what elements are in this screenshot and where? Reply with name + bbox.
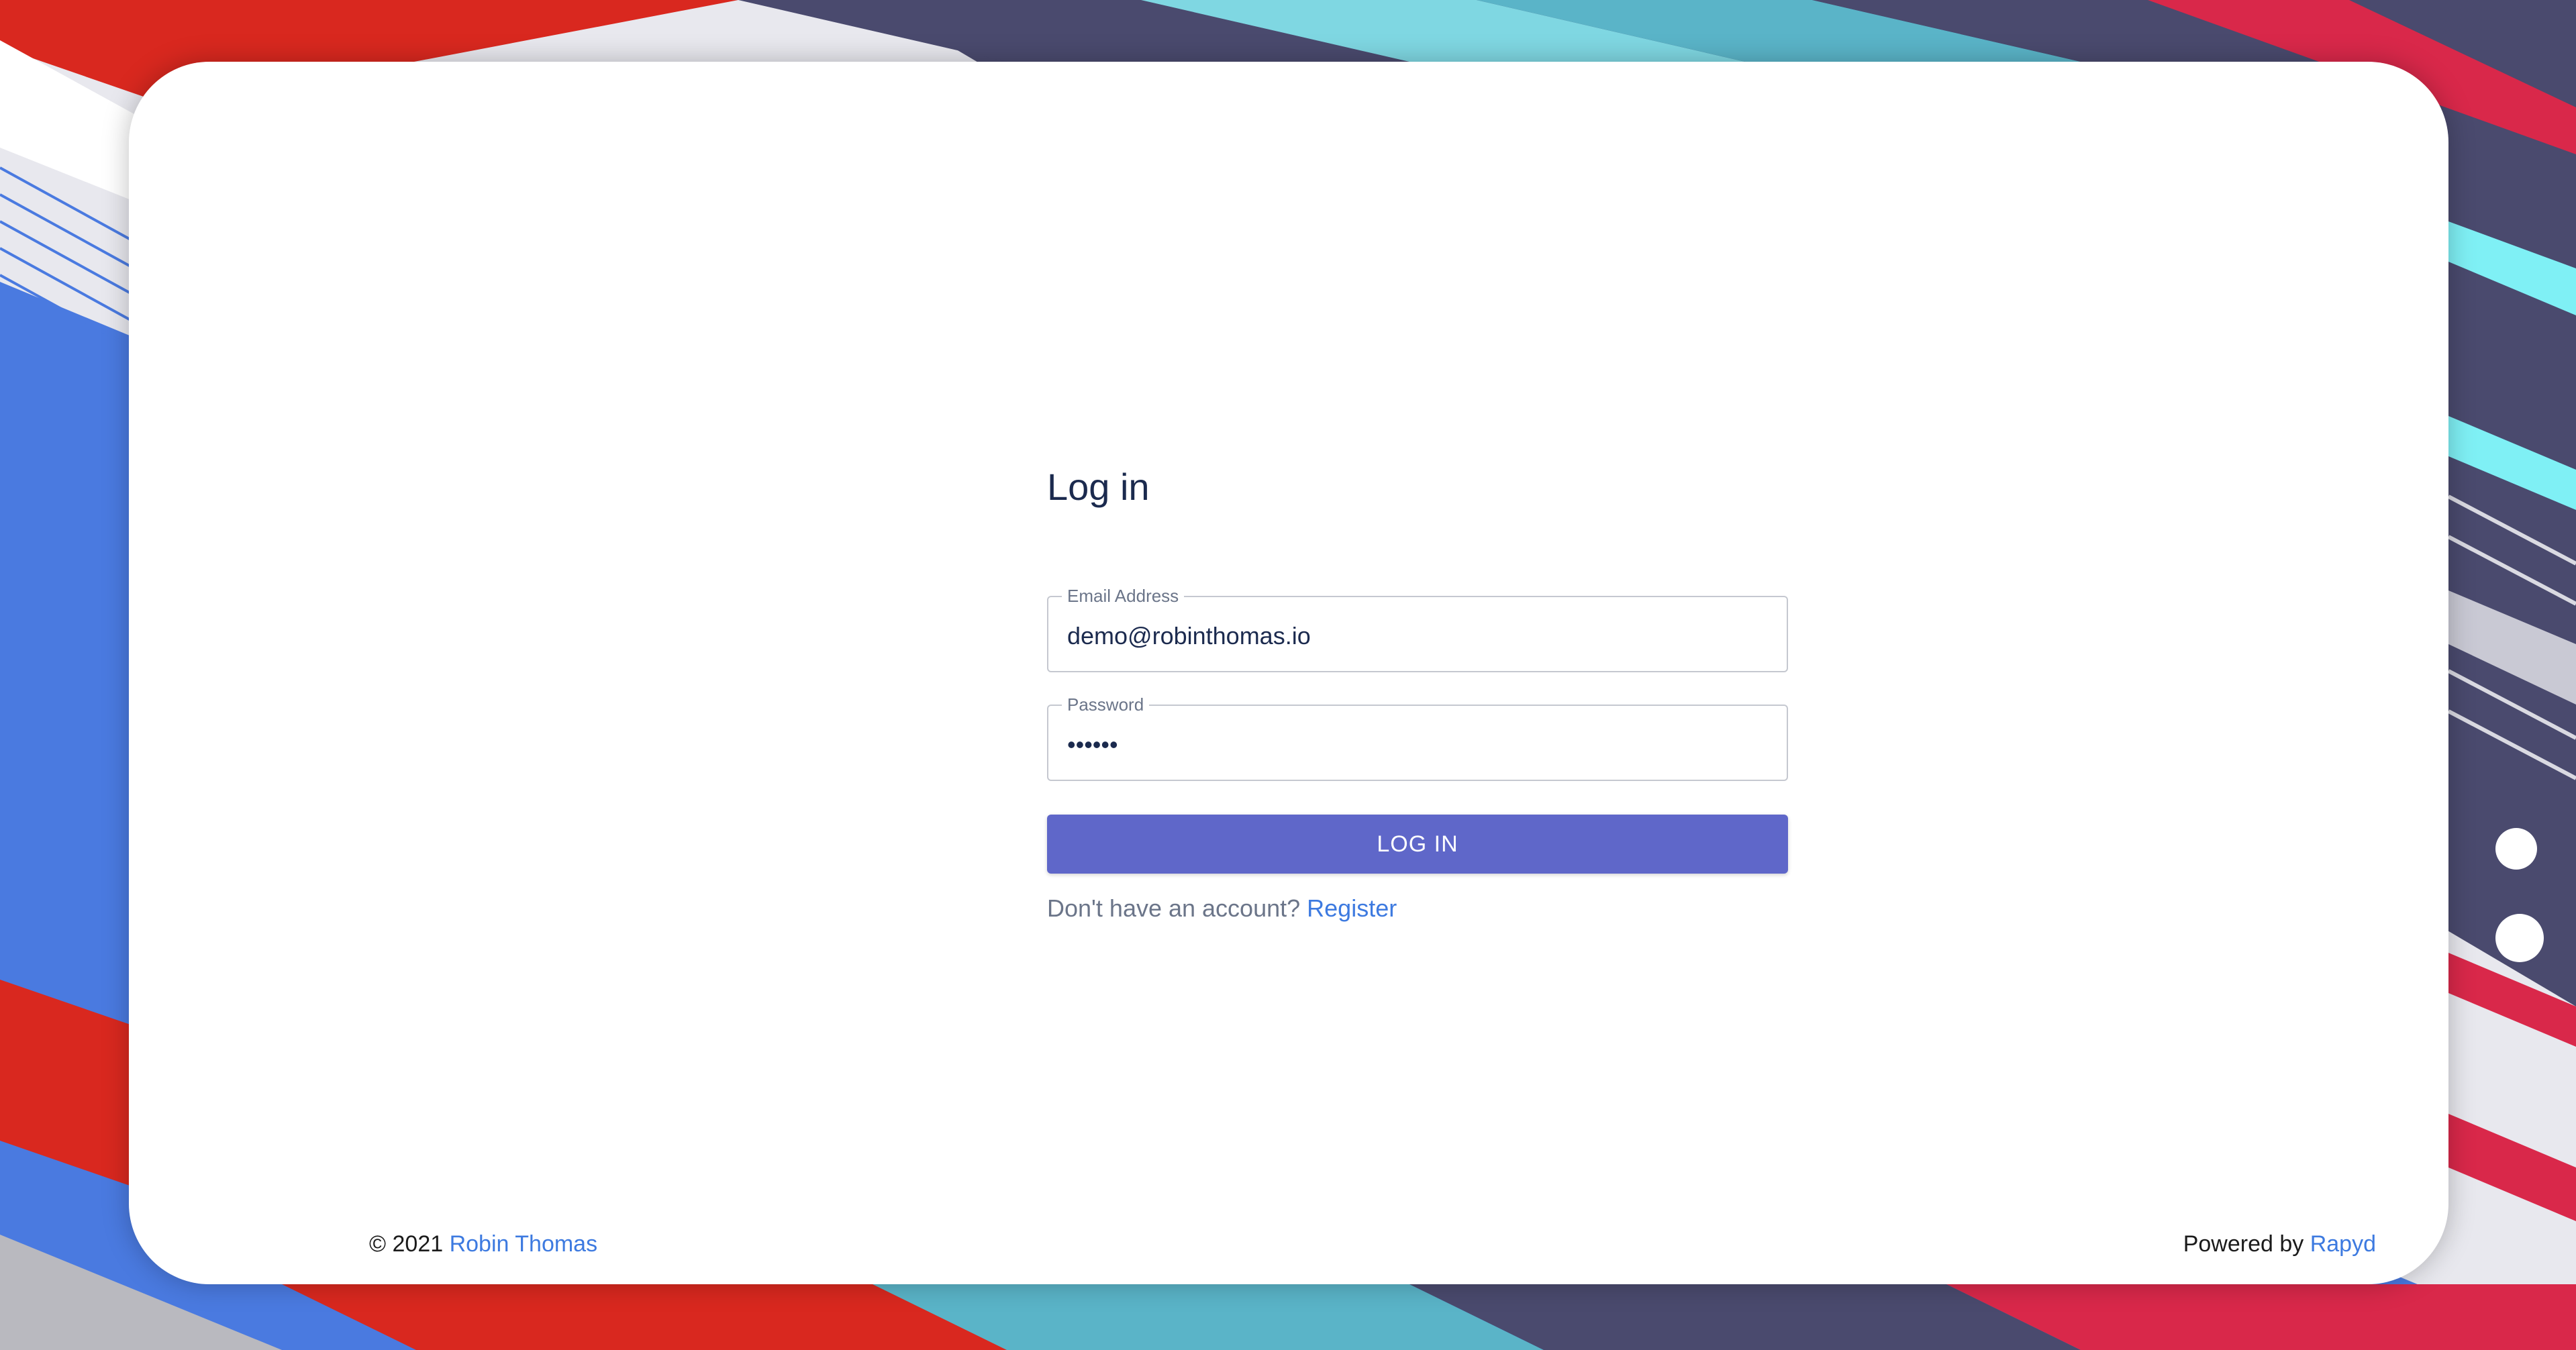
- slider-dot-1[interactable]: [2495, 828, 2537, 870]
- author-link[interactable]: Robin Thomas: [450, 1231, 598, 1257]
- password-field-label: Password: [1062, 694, 1150, 715]
- register-link[interactable]: Register: [1307, 894, 1397, 922]
- login-button[interactable]: LOG IN: [1047, 815, 1788, 874]
- login-card: Log in Email Address demo@robinthomas.io…: [129, 62, 2448, 1284]
- register-prompt-text: Don't have an account?: [1047, 894, 1301, 922]
- email-field[interactable]: Email Address demo@robinthomas.io: [1047, 585, 1788, 672]
- rapyd-link[interactable]: Rapyd: [2310, 1231, 2376, 1257]
- register-prompt: Don't have an account? Register: [1047, 894, 1397, 923]
- page-title: Log in: [1047, 466, 1150, 508]
- email-field-label: Email Address: [1062, 585, 1185, 607]
- password-input[interactable]: ••••••: [1067, 730, 1765, 760]
- powered-by-text: Powered by: [2183, 1231, 2304, 1257]
- copyright-text: © 2021: [369, 1231, 444, 1257]
- slider-dot-2[interactable]: [2495, 914, 2544, 962]
- email-input[interactable]: demo@robinthomas.io: [1067, 621, 1765, 651]
- footer-powered-by: Powered by Rapyd: [2183, 1229, 2376, 1259]
- footer-copyright: © 2021 Robin Thomas: [369, 1229, 597, 1259]
- password-field[interactable]: Password ••••••: [1047, 694, 1788, 781]
